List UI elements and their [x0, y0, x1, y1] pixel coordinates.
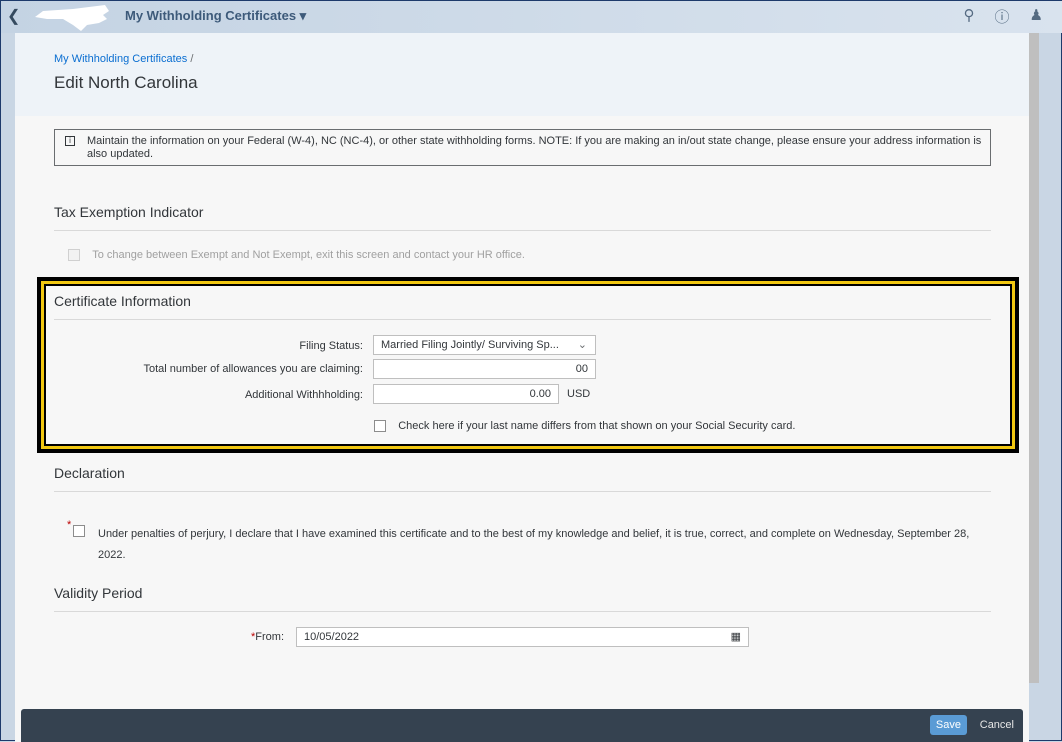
app-title: My Withholding Certificates [125, 8, 297, 23]
cancel-button[interactable]: Cancel [980, 719, 1014, 731]
page-title: Edit North Carolina [54, 73, 198, 92]
from-date-value: 10/05/2022 [304, 631, 360, 643]
filing-status-value: Married Filing Jointly/ Surviving Sp... [381, 339, 559, 351]
last-name-label: Check here if your last name differs fro… [398, 420, 796, 432]
breadcrumb-link[interactable]: My Withholding Certificates [54, 53, 187, 65]
user-icon[interactable]: ♟ [1030, 6, 1043, 27]
exempt-checkbox[interactable] [68, 249, 80, 262]
edit-panel: My Withholding Certificates / Edit North… [15, 33, 1029, 742]
section-title-certificate: Certificate Information [54, 293, 991, 320]
calendar-icon[interactable]: ▦ [731, 630, 741, 643]
back-icon[interactable]: ❮ [7, 6, 20, 26]
allowances-label: Total number of allowances you are claim… [143, 363, 363, 375]
help-icon[interactable]: ⓘ [995, 6, 1010, 27]
from-date-input[interactable]: 10/05/2022 ▦ [296, 627, 749, 647]
declaration-text: Under penalties of perjury, I declare th… [98, 528, 970, 561]
north-carolina-logo [35, 5, 109, 31]
breadcrumb-separator: / [190, 53, 194, 65]
last-name-checkbox[interactable] [374, 420, 386, 433]
shell-bar: ❮ My Withholding Certificates ▾ ⚲ ⓘ ♟ [1, 1, 1062, 33]
scrollbar[interactable] [1029, 33, 1039, 683]
info-message-text: Maintain the information on your Federal… [87, 135, 982, 160]
section-title-validity: Validity Period [54, 585, 991, 612]
additional-withholding-input[interactable]: 0.00 [373, 384, 559, 404]
section-title-tax-exemption: Tax Exemption Indicator [54, 204, 991, 231]
required-marker: * [67, 519, 72, 531]
filing-status-select[interactable]: Married Filing Jointly/ Surviving Sp... ⌄ [373, 335, 596, 355]
app-title-menu[interactable]: My Withholding Certificates ▾ [125, 8, 306, 24]
chevron-down-icon: ⌄ [577, 339, 587, 351]
info-message: i Maintain the information on your Federa… [54, 129, 991, 166]
currency-label: USD [567, 388, 591, 400]
save-button[interactable]: Save [929, 715, 967, 735]
allowances-input[interactable]: 00 [373, 359, 596, 379]
footer-toolbar: Save Cancel [21, 709, 1023, 742]
section-title-declaration: Declaration [54, 465, 991, 492]
exempt-checkbox-label: To change between Exempt and Not Exempt,… [92, 249, 525, 261]
additional-withholding-label: Additional Withhholding: [244, 389, 363, 401]
declaration-checkbox[interactable] [73, 525, 85, 537]
from-label: From: [255, 631, 285, 643]
filing-status-label: Filing Status: [299, 340, 363, 352]
breadcrumb: My Withholding Certificates / [54, 53, 990, 65]
info-icon: i [65, 136, 75, 146]
search-icon[interactable]: ⚲ [964, 6, 975, 27]
